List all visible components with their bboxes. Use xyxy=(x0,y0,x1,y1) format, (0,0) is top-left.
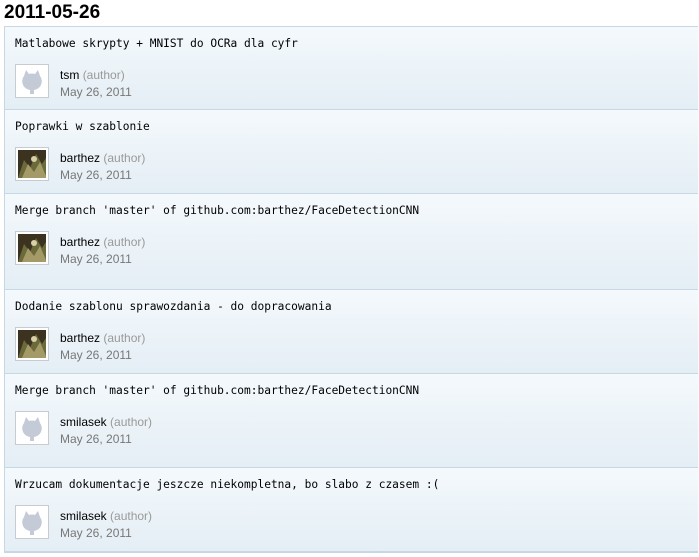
author-role: (author) xyxy=(110,509,153,523)
commit-item: Merge branch 'master' of github.com:bart… xyxy=(5,194,698,290)
commit-date: May 26, 2011 xyxy=(60,432,132,446)
author-name[interactable]: barthez xyxy=(60,235,100,249)
commit-date: May 26, 2011 xyxy=(60,252,132,266)
commit-message[interactable]: Merge branch 'master' of github.com:bart… xyxy=(15,384,419,397)
commit-item: Poprawki w szablonie barthez (author) Ma… xyxy=(5,110,698,194)
author-role: (author) xyxy=(110,415,153,429)
octocat-placeholder-icon[interactable] xyxy=(15,505,49,539)
author-line: barthez (author) xyxy=(60,235,145,249)
commit-date: May 26, 2011 xyxy=(60,168,132,182)
commit-date: May 26, 2011 xyxy=(60,348,132,362)
date-header: 2011-05-26 xyxy=(4,2,101,23)
user-photo-avatar[interactable] xyxy=(15,147,49,181)
commit-list: Matlabowe skrypty + MNIST do OCRa dla cy… xyxy=(4,26,698,553)
author-line: smilasek (author) xyxy=(60,415,152,429)
user-photo-avatar[interactable] xyxy=(15,231,49,265)
author-line: smilasek (author) xyxy=(60,509,152,523)
commit-message[interactable]: Dodanie szablonu sprawozdania - do dopra… xyxy=(15,300,332,313)
commit-item: Wrzucam dokumentacje jeszcze niekompletn… xyxy=(5,468,698,552)
author-name[interactable]: smilasek xyxy=(60,509,107,523)
author-name[interactable]: tsm xyxy=(60,68,79,82)
commit-message[interactable]: Wrzucam dokumentacje jeszcze niekompletn… xyxy=(15,478,439,491)
author-role: (author) xyxy=(103,151,146,165)
commit-item: Matlabowe skrypty + MNIST do OCRa dla cy… xyxy=(5,27,698,110)
commit-item: Merge branch 'master' of github.com:bart… xyxy=(5,374,698,468)
commit-date: May 26, 2011 xyxy=(60,85,132,99)
octocat-placeholder-icon[interactable] xyxy=(15,64,49,98)
commit-message[interactable]: Poprawki w szablonie xyxy=(15,120,150,133)
author-name[interactable]: barthez xyxy=(60,151,100,165)
commit-message[interactable]: Matlabowe skrypty + MNIST do OCRa dla cy… xyxy=(15,37,298,50)
author-line: barthez (author) xyxy=(60,151,145,165)
commit-date: May 26, 2011 xyxy=(60,526,132,540)
author-line: tsm (author) xyxy=(60,68,125,82)
author-line: barthez (author) xyxy=(60,331,145,345)
commit-message[interactable]: Merge branch 'master' of github.com:bart… xyxy=(15,204,419,217)
author-role: (author) xyxy=(103,235,146,249)
author-name[interactable]: barthez xyxy=(60,331,100,345)
author-role: (author) xyxy=(82,68,125,82)
user-photo-avatar[interactable] xyxy=(15,327,49,361)
commit-item: Dodanie szablonu sprawozdania - do dopra… xyxy=(5,290,698,374)
author-name[interactable]: smilasek xyxy=(60,415,107,429)
octocat-placeholder-icon[interactable] xyxy=(15,411,49,445)
author-role: (author) xyxy=(103,331,146,345)
